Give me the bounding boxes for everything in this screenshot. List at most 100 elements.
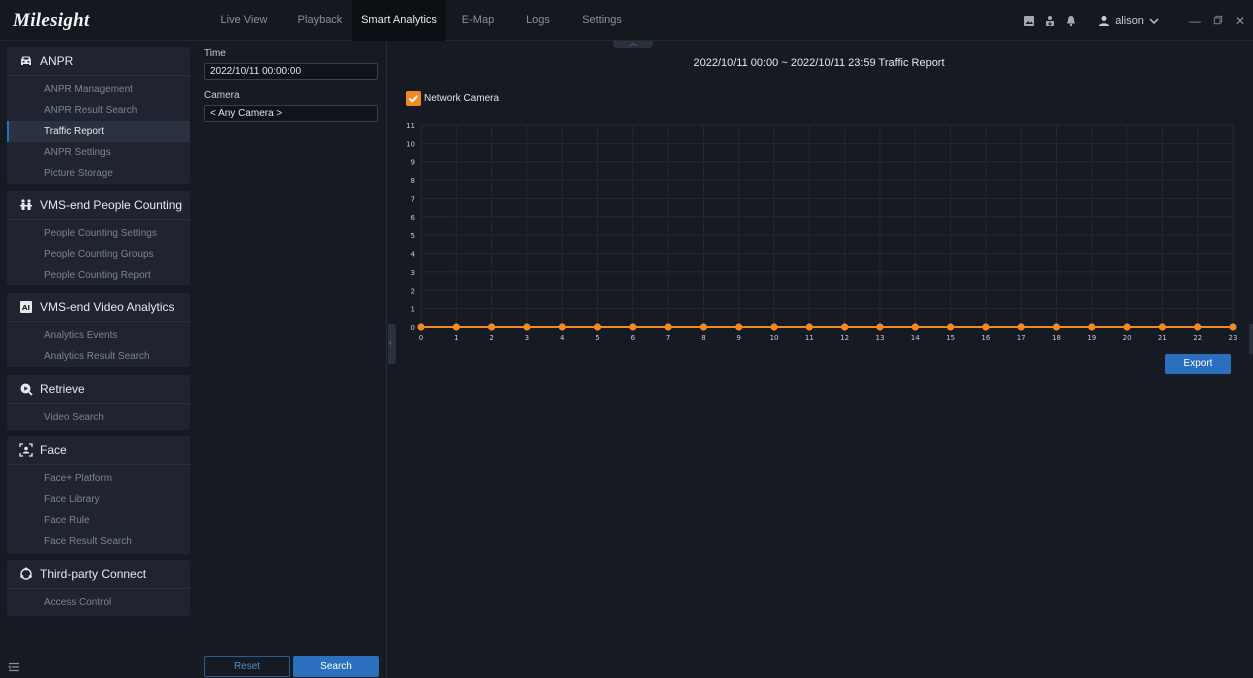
restore-icon[interactable] (1213, 14, 1223, 28)
group-title: ANPR (40, 54, 74, 68)
x-tick-label: 5 (595, 334, 599, 342)
panel-collapse-handle[interactable]: ‹ (388, 324, 396, 364)
tab-live-view[interactable]: Live View (200, 0, 288, 41)
x-tick-label: 4 (560, 334, 565, 342)
minimize-icon[interactable]: — (1189, 14, 1201, 28)
x-tick-label: 11 (805, 334, 814, 342)
chevron-up-icon[interactable]: ︿ (613, 40, 653, 48)
x-tick-label: 7 (666, 334, 670, 342)
sidebar-item-face-result-search[interactable]: Face Result Search (7, 531, 190, 552)
data-point (558, 323, 566, 331)
ai-icon: AI (19, 300, 33, 314)
group-header-face[interactable]: Face (7, 436, 190, 465)
data-point (1088, 323, 1096, 331)
group-header-third-party-connect[interactable]: Third-party Connect (7, 560, 190, 589)
search-play-icon (19, 382, 33, 396)
y-tick-label: 6 (411, 214, 416, 222)
sidebar-item-picture-storage[interactable]: Picture Storage (7, 163, 190, 184)
legend-label: Network Camera (424, 93, 500, 104)
group-title: VMS-end People Counting (40, 198, 183, 212)
connect-icon (19, 567, 33, 581)
report-title: 2022/10/11 00:00 ~ 2022/10/11 23:59 Traf… (693, 57, 945, 69)
traffic-line-chart: 012345678910110 1 2 3 4 5 6 7 8 9 10 11 12 13 14 15 16 17… (406, 122, 1237, 342)
camera-select[interactable]: < Any Camera > (204, 105, 378, 122)
sidebar-item-anpr-settings[interactable]: ANPR Settings (7, 142, 190, 163)
data-point (982, 323, 990, 331)
chevron-left-icon: ‹ (389, 338, 392, 347)
x-tick-label: 9 (737, 334, 741, 342)
x-tick-label: 21 (1158, 334, 1167, 342)
sidebar-item-anpr-management[interactable]: ANPR Management (7, 79, 190, 100)
data-point (770, 323, 778, 331)
time-input[interactable]: 2022/10/11 00:00:00 (204, 63, 378, 80)
sidebar-item-people-counting-groups[interactable]: People Counting Groups (7, 244, 190, 265)
group-header-retrieve[interactable]: Retrieve (7, 375, 190, 404)
group-header-video-analytics[interactable]: AI VMS-end Video Analytics (7, 293, 190, 322)
sidebar-item-video-search[interactable]: Video Search (7, 407, 190, 428)
y-tick-label: 9 (411, 159, 415, 167)
tab-logs[interactable]: Logs (510, 0, 566, 41)
y-tick-label: 8 (411, 177, 415, 185)
data-point (593, 323, 602, 331)
sidebar-item-people-counting-settings[interactable]: People Counting Settings (7, 223, 190, 244)
group-header-people-counting[interactable]: VMS-end People Counting (7, 191, 190, 220)
y-tick-label: 3 (411, 269, 415, 277)
user-menu[interactable]: alison (1098, 15, 1159, 27)
data-point (805, 323, 813, 331)
group-title: Third-party Connect (40, 567, 147, 581)
data-point (911, 323, 919, 331)
data-point (876, 323, 884, 331)
data-point (452, 323, 460, 331)
tab-settings[interactable]: Settings (566, 0, 638, 41)
data-point (523, 323, 531, 331)
x-tick-label: 14 (911, 334, 920, 342)
sidebar-item-face-rule[interactable]: Face Rule (7, 510, 190, 531)
data-point (1017, 323, 1025, 331)
tab-e-map[interactable]: E-Map (446, 0, 510, 41)
menu-collapse-icon[interactable] (8, 660, 20, 672)
x-tick-label: 13 (875, 334, 884, 342)
x-tick-label: 20 (1123, 334, 1132, 342)
data-point (841, 323, 849, 331)
network-camera-checkbox[interactable] (406, 91, 421, 106)
x-tick-label: 22 (1193, 334, 1202, 342)
people-icon (19, 198, 33, 212)
sidebar-item-analytics-events[interactable]: Analytics Events (7, 325, 190, 346)
x-tick-label: 6 (631, 334, 636, 342)
bell-icon[interactable] (1065, 15, 1077, 27)
export-button[interactable]: Export (1165, 354, 1231, 374)
x-tick-label: 16 (981, 334, 990, 342)
tab-smart-analytics[interactable]: Smart Analytics (352, 0, 446, 41)
y-tick-label: 10 (406, 140, 415, 148)
y-tick-label: 0 (411, 324, 415, 332)
report-area: ︿ 2022/10/11 00:00 ~ 2022/10/11 23:59 Tr… (397, 40, 1253, 678)
sidebar-item-anpr-result-search[interactable]: ANPR Result Search (7, 100, 190, 121)
download-icon[interactable] (1044, 15, 1056, 27)
close-icon[interactable]: ✕ (1235, 14, 1245, 28)
chart-legend: Network Camera (406, 91, 499, 106)
y-tick-label: 4 (411, 251, 416, 259)
tab-playback[interactable]: Playback (288, 0, 352, 41)
sidebar-item-analytics-result-search[interactable]: Analytics Result Search (7, 346, 190, 367)
data-point (699, 323, 708, 331)
x-tick-label: 1 (454, 334, 458, 342)
x-tick-label: 0 (419, 334, 423, 342)
right-panel-handle[interactable] (1249, 324, 1253, 354)
sidebar-item-face-platform[interactable]: Face+ Platform (7, 468, 190, 489)
group-retrieve: Retrieve Video Search (7, 375, 190, 430)
search-button[interactable]: Search (293, 656, 379, 677)
image-icon[interactable] (1023, 15, 1035, 27)
reset-button[interactable]: Reset (204, 656, 290, 677)
group-header-anpr[interactable]: ANPR (7, 47, 190, 76)
sidebar-item-traffic-report[interactable]: Traffic Report (7, 121, 190, 142)
x-tick-label: 19 (1087, 334, 1096, 342)
group-title: Retrieve (40, 382, 85, 396)
sidebar: ANPR ANPR Management ANPR Result Search … (0, 41, 197, 678)
camera-label: Camera (204, 90, 240, 101)
x-tick-label: 3 (525, 334, 529, 342)
sidebar-item-people-counting-report[interactable]: People Counting Report (7, 265, 190, 286)
x-tick-label: 10 (770, 334, 779, 342)
sidebar-item-access-control[interactable]: Access Control (7, 592, 190, 613)
data-point (735, 323, 743, 331)
sidebar-item-face-library[interactable]: Face Library (7, 489, 190, 510)
